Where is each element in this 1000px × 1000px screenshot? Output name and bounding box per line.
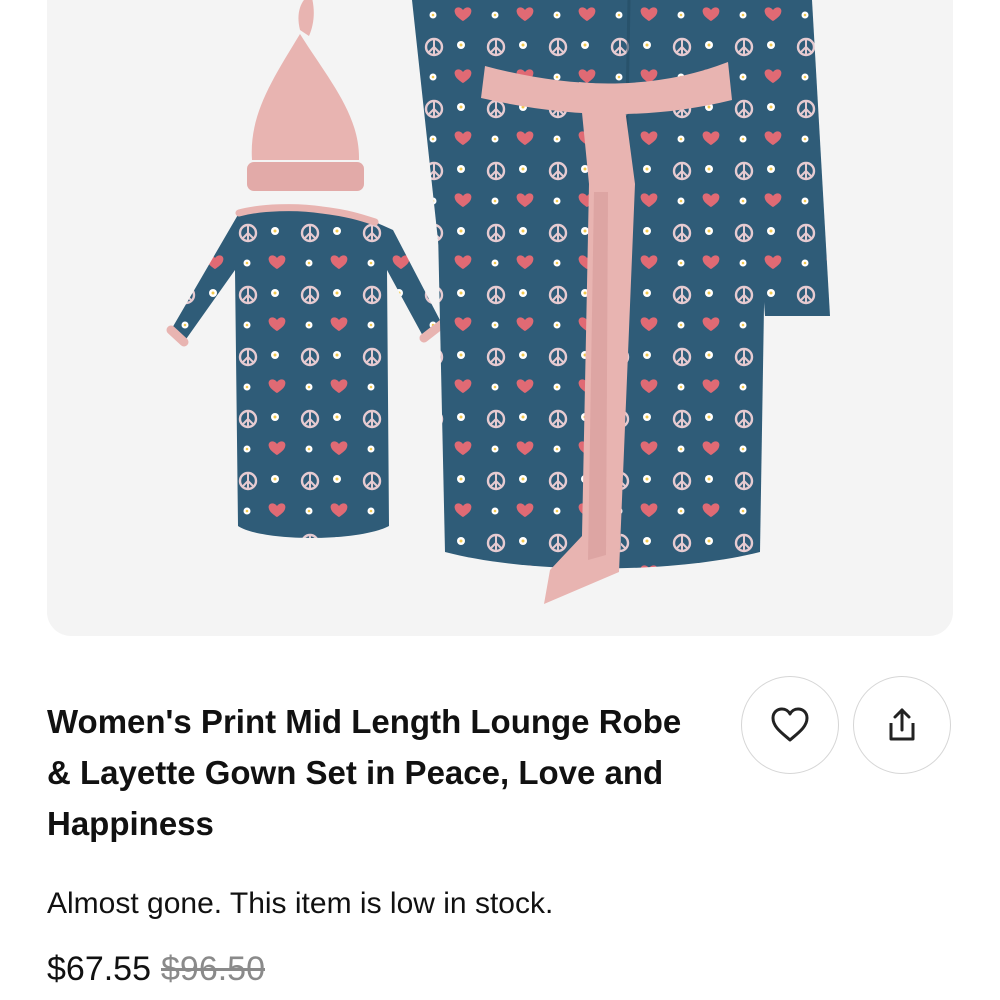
product-title: Women's Print Mid Length Lounge Robe & L… — [47, 703, 682, 842]
sale-price: $67.55 — [47, 950, 151, 988]
share-button[interactable] — [853, 676, 951, 774]
favorite-button[interactable] — [741, 676, 839, 774]
product-illustration — [166, 0, 830, 604]
original-price: $96.50 — [161, 950, 265, 988]
stock-status-message: Almost gone. This item is low in stock. — [47, 887, 554, 920]
product-image[interactable] — [47, 0, 953, 636]
share-upload-icon — [889, 708, 915, 741]
heart-outline-icon — [771, 707, 809, 742]
price-row: $67.55 $96.50 — [47, 946, 265, 992]
